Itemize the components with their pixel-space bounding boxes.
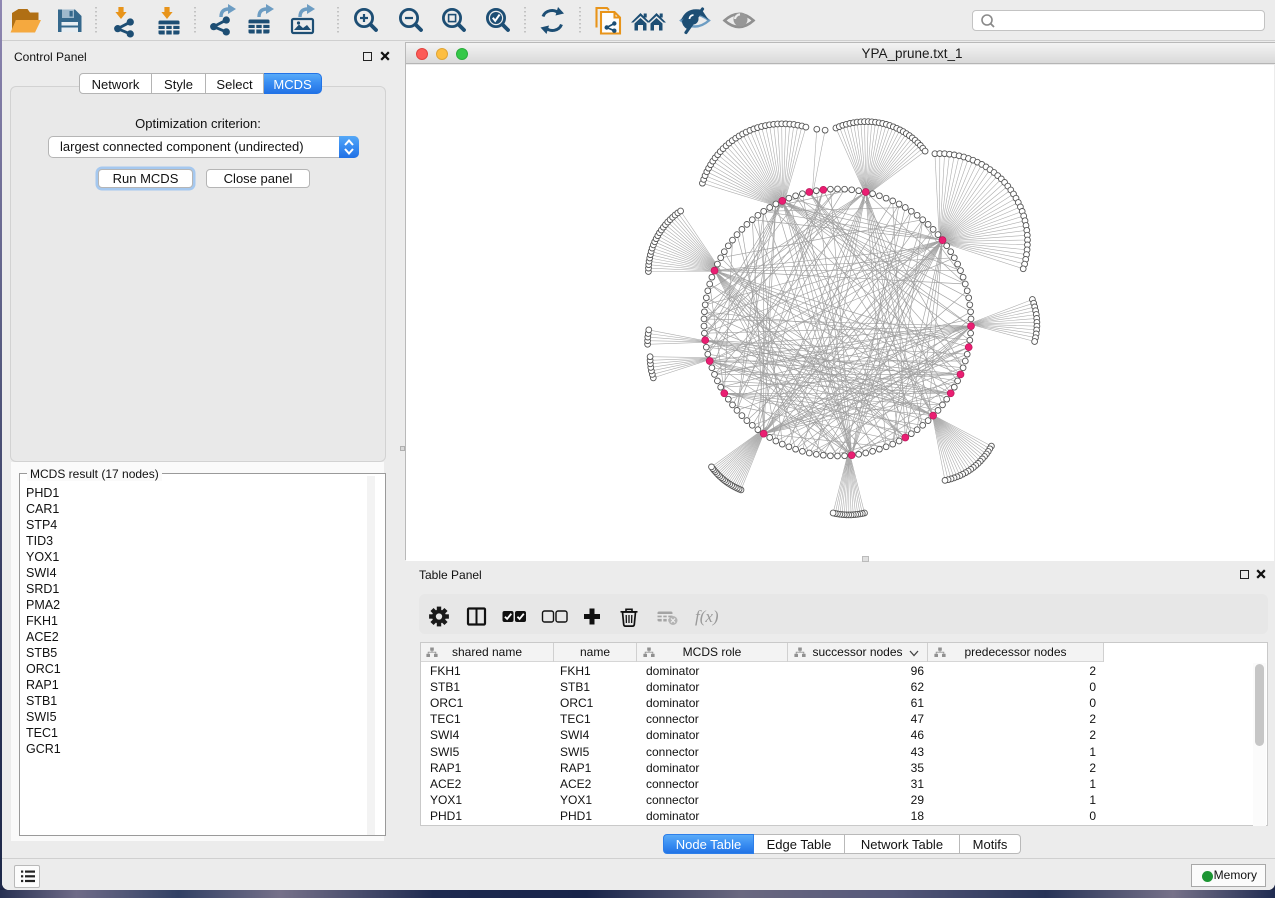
svg-text:f(x): f(x) (695, 607, 719, 626)
